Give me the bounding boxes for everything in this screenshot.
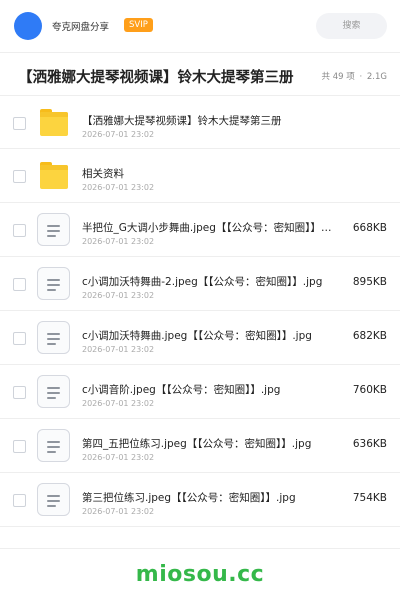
item-date: 2026-07-01 23:02 <box>82 291 155 300</box>
checkbox-icon[interactable] <box>13 170 26 183</box>
item-size: 754KB <box>352 492 387 504</box>
checkbox-icon[interactable] <box>13 386 26 399</box>
document-icon <box>37 375 70 408</box>
folder-row[interactable]: 相关资料 2026-07-01 23:02 <box>0 149 400 203</box>
file-list: 【洒雅娜大提琴视频课】铃木大提琴第三册 2026-07-01 23:02 相关资料 2… <box>0 95 400 527</box>
file-row[interactable]: c小调音阶.jpeg【【公众号：密知圈】】.jpg 2026-07-01 23:0… <box>0 365 400 419</box>
item-name[interactable]: c小调加沃特舞曲.jpeg【【公众号：密知圈】】.jpg <box>82 328 332 343</box>
top-bar: 夸克网盘分享 SVIP 搜索 <box>0 0 400 52</box>
item-name[interactable]: c小调加沃特舞曲-2.jpeg【【公众号：密知圈】】.jpg <box>82 274 332 289</box>
item-date: 2026-07-01 23:02 <box>82 453 155 462</box>
document-icon <box>37 213 70 246</box>
item-date: 2026-07-01 23:02 <box>82 130 155 139</box>
meta-separator: · <box>359 72 363 82</box>
item-size: 636KB <box>352 438 387 450</box>
folder-icon <box>40 162 68 189</box>
item-name[interactable]: 第四_五把位练习.jpeg【【公众号：密知圈】】.jpg <box>82 436 332 451</box>
folder-meta: 共 49 项 · 2.1G <box>322 70 387 82</box>
item-name[interactable]: c小调音阶.jpeg【【公众号：密知圈】】.jpg <box>82 382 332 397</box>
item-name[interactable]: 相关资料 <box>82 166 372 181</box>
item-date: 2026-07-01 23:02 <box>82 183 155 192</box>
file-row[interactable]: 第四_五把位练习.jpeg【【公众号：密知圈】】.jpg 2026-07-01 2… <box>0 419 400 473</box>
file-row[interactable]: c小调加沃特舞曲.jpeg【【公众号：密知圈】】.jpg 2026-07-01 2… <box>0 311 400 365</box>
checkbox-icon[interactable] <box>13 440 26 453</box>
checkbox-icon[interactable] <box>13 494 26 507</box>
svip-badge: SVIP <box>124 18 153 32</box>
checkbox-icon[interactable] <box>13 224 26 237</box>
file-row[interactable]: 第三把位练习.jpeg【【公众号：密知圈】】.jpg 2026-07-01 23:… <box>0 473 400 527</box>
checkbox-icon[interactable] <box>13 117 26 130</box>
item-date: 2026-07-01 23:02 <box>82 399 155 408</box>
checkbox-icon[interactable] <box>13 278 26 291</box>
file-row[interactable]: c小调加沃特舞曲-2.jpeg【【公众号：密知圈】】.jpg 2026-07-01… <box>0 257 400 311</box>
file-row[interactable]: 半把位_G大调小步舞曲.jpeg【【公众号：密知圈】】.jpg 2026-07-0… <box>0 203 400 257</box>
document-icon <box>37 429 70 462</box>
item-count: 共 49 项 <box>321 72 355 82</box>
item-name[interactable]: 第三把位练习.jpeg【【公众号：密知圈】】.jpg <box>82 490 332 505</box>
avatar[interactable] <box>14 12 42 40</box>
footer-divider <box>0 548 400 549</box>
item-date: 2026-07-01 23:02 <box>82 507 155 516</box>
item-size: 760KB <box>352 384 387 396</box>
item-size: 668KB <box>352 222 387 234</box>
item-name[interactable]: 【洒雅娜大提琴视频课】铃木大提琴第三册 <box>82 113 372 128</box>
page-title: 【洒雅娜大提琴视频课】铃木大提琴第三册 <box>18 70 294 86</box>
checkbox-icon[interactable] <box>13 332 26 345</box>
watermark: miosou.cc <box>135 562 265 587</box>
share-title: 夸克网盘分享 <box>52 22 110 33</box>
item-date: 2026-07-01 23:02 <box>82 345 155 354</box>
item-name[interactable]: 半把位_G大调小步舞曲.jpeg【【公众号：密知圈】】.jpg <box>82 220 332 235</box>
item-date: 2026-07-01 23:02 <box>82 237 155 246</box>
item-size: 895KB <box>352 276 387 288</box>
item-size: 682KB <box>352 330 387 342</box>
total-size: 2.1G <box>366 72 387 82</box>
header-divider <box>0 52 400 53</box>
document-icon <box>37 483 70 516</box>
document-icon <box>37 267 70 300</box>
folder-icon <box>40 109 68 136</box>
search-input[interactable]: 搜索 <box>316 13 387 39</box>
document-icon <box>37 321 70 354</box>
folder-row[interactable]: 【洒雅娜大提琴视频课】铃木大提琴第三册 2026-07-01 23:02 <box>0 95 400 149</box>
